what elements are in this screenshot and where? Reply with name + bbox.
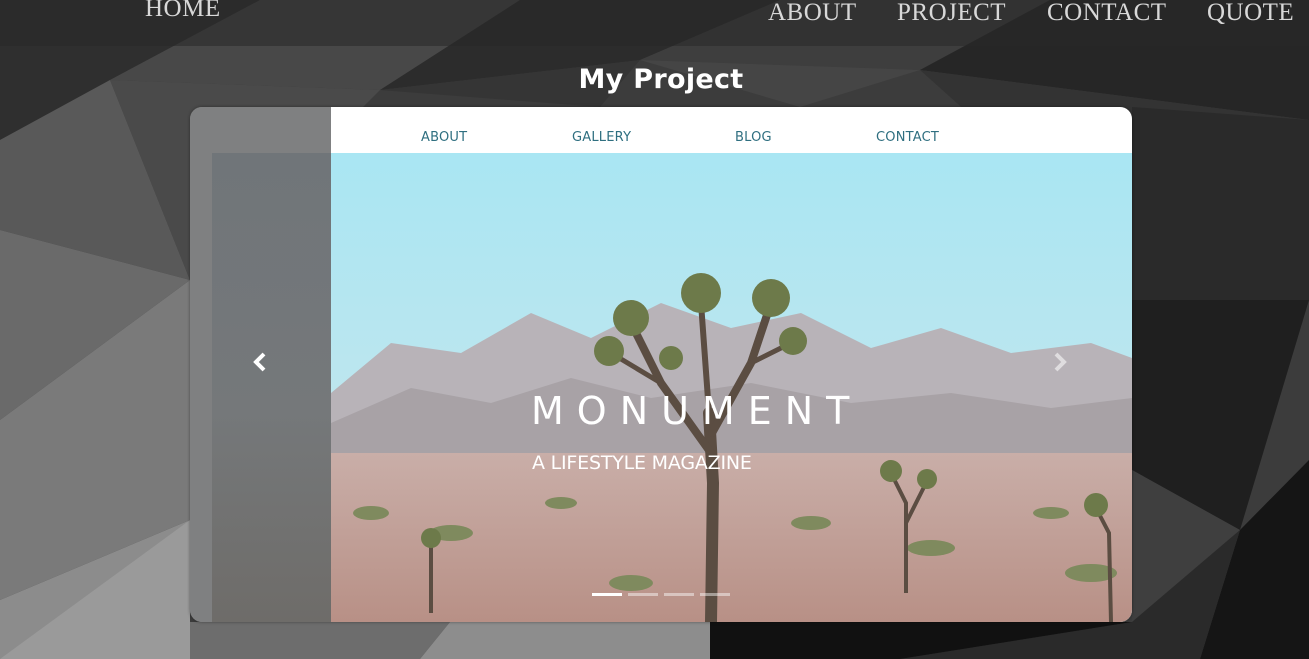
carousel-indicator-4[interactable] (700, 593, 730, 596)
chevron-left-icon (253, 352, 266, 372)
slide-nav-contact[interactable]: CONTACT (876, 130, 939, 145)
project-carousel: ABOUT GALLERY BLOG CONTACT MONUMENT A LI… (190, 107, 1132, 622)
carousel-next-button[interactable] (1045, 347, 1075, 377)
hero-subtitle: A LIFESTYLE MAGAZINE (532, 452, 752, 474)
nav-about-link[interactable]: ABOUT (768, 0, 857, 25)
hero-title: MONUMENT (531, 389, 863, 433)
carousel-indicator-1[interactable] (592, 593, 622, 596)
top-navbar: HOME ABOUT PROJECT CONTACT QUOTE (0, 0, 1309, 46)
slide-nav-blog[interactable]: BLOG (735, 130, 772, 145)
nav-contact-link[interactable]: CONTACT (1047, 0, 1167, 25)
chevron-right-icon (1054, 352, 1067, 372)
page-title: My Project (578, 64, 744, 95)
carousel-slide-active: ABOUT GALLERY BLOG CONTACT MONUMENT A LI… (331, 107, 1132, 622)
nav-home-link[interactable]: HOME (145, 0, 221, 21)
slide-site-navbar: ABOUT GALLERY BLOG CONTACT (331, 107, 1132, 153)
slide-nav-gallery[interactable]: GALLERY (572, 130, 631, 145)
previous-slide-image (212, 153, 331, 622)
nav-quote-link[interactable]: QUOTE (1207, 0, 1294, 25)
carousel-indicator-3[interactable] (664, 593, 694, 596)
carousel-prev-button[interactable] (245, 347, 275, 377)
nav-project-link[interactable]: PROJECT (897, 0, 1006, 25)
carousel-indicator-2[interactable] (628, 593, 658, 596)
desert-landscape-image (331, 153, 1132, 622)
slide-nav-about[interactable]: ABOUT (421, 130, 467, 145)
